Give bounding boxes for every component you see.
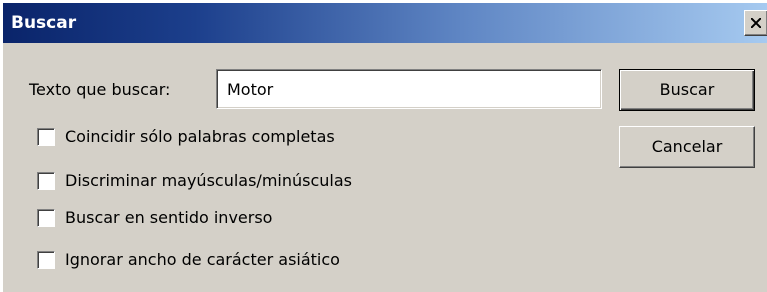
search-label: Texto que buscar: <box>29 80 171 99</box>
whole-words-checkbox[interactable] <box>37 128 55 146</box>
cancel-button[interactable]: Cancelar <box>619 126 755 168</box>
match-case-label[interactable]: Discriminar mayúsculas/minúsculas <box>65 171 352 191</box>
match-case-checkbox[interactable] <box>37 172 55 190</box>
close-icon <box>751 18 761 28</box>
search-backwards-checkbox[interactable] <box>37 209 55 227</box>
search-backwards-label[interactable]: Buscar en sentido inverso <box>65 208 272 228</box>
find-button[interactable]: Buscar <box>619 69 755 111</box>
ignore-asian-width-label[interactable]: Ignorar ancho de carácter asiático <box>65 250 340 270</box>
title-bar[interactable]: Buscar <box>3 3 767 43</box>
close-button[interactable] <box>744 10 767 36</box>
ignore-asian-width-checkbox[interactable] <box>37 251 55 269</box>
find-dialog: Buscar Texto que buscar: Buscar Cancelar… <box>2 2 767 292</box>
search-input[interactable] <box>216 69 602 109</box>
whole-words-label[interactable]: Coincidir sólo palabras completas <box>65 127 335 147</box>
window-title: Buscar <box>11 13 77 33</box>
